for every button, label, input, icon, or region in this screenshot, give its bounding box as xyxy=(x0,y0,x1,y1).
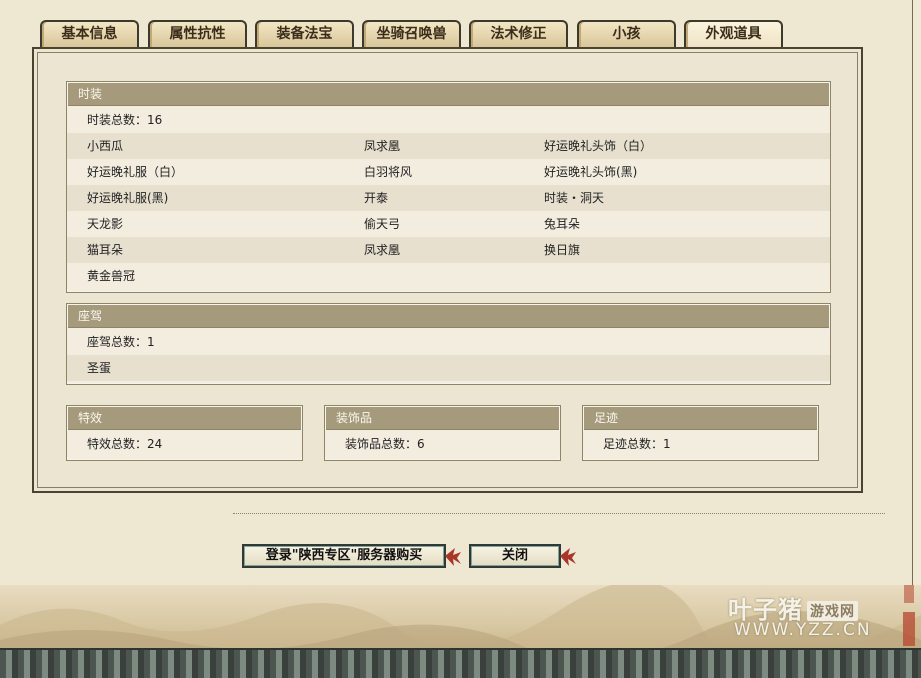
tab-mounts-pets[interactable]: 坐骑召唤兽 xyxy=(362,20,461,47)
mount-section-title: 座驾 xyxy=(68,305,829,328)
fashion-count-label: 时装总数：16 xyxy=(87,113,163,127)
mount-count-label: 座驾总数：1 xyxy=(87,335,155,349)
effects-count: 特效总数：24 xyxy=(67,431,302,457)
list-item: 黄金兽冠 xyxy=(67,263,830,289)
ornaments-section: 装饰品 装饰品总数：6 xyxy=(324,405,561,461)
fashion-item: 凤求凰 xyxy=(364,139,401,153)
fashion-item: 时装・洞天 xyxy=(544,191,605,205)
mount-count: 座驾总数：1 xyxy=(67,329,830,355)
seal-icon xyxy=(904,585,914,603)
effects-count-label: 特效总数：24 xyxy=(87,437,163,451)
ornaments-count-label: 装饰品总数：6 xyxy=(345,437,425,451)
fashion-item: 猫耳朵 xyxy=(87,243,124,257)
content-panel: 时装 时装总数：16 小西瓜 凤求凰 好运晚礼头饰（白） 好运晚礼服（白） 白羽… xyxy=(32,47,863,493)
seal-icon xyxy=(903,612,915,646)
ornaments-count: 装饰品总数：6 xyxy=(325,431,560,457)
fashion-item: 换日旗 xyxy=(544,243,581,257)
effects-section-title: 特效 xyxy=(68,407,301,430)
fashion-section: 时装 时装总数：16 小西瓜 凤求凰 好运晚礼头饰（白） 好运晚礼服（白） 白羽… xyxy=(66,81,831,293)
tab-attributes[interactable]: 属性抗性 xyxy=(148,20,247,47)
fashion-item: 小西瓜 xyxy=(87,139,124,153)
fashion-item: 好运晚礼头饰（白） xyxy=(544,139,653,153)
list-item: 圣蛋 xyxy=(67,355,830,381)
list-item: 小西瓜 凤求凰 好运晚礼头饰（白） xyxy=(67,133,830,159)
fashion-item: 凤求凰 xyxy=(364,243,401,257)
tab-equipment[interactable]: 装备法宝 xyxy=(255,20,354,47)
list-item: 天龙影 偷天弓 兔耳朵 xyxy=(67,211,830,237)
footprints-count: 足迹总数：1 xyxy=(583,431,818,457)
watermark-tag: 游戏网 xyxy=(807,601,858,621)
fashion-item: 天龙影 xyxy=(87,217,124,231)
ribbon-icon xyxy=(560,548,576,566)
footprints-count-label: 足迹总数：1 xyxy=(603,437,671,451)
fashion-item: 偷天弓 xyxy=(364,217,401,231)
list-item: 好运晚礼服（白） 白羽将风 好运晚礼头饰(黑) xyxy=(67,159,830,185)
fashion-count: 时装总数：16 xyxy=(67,107,830,133)
fashion-item: 好运晚礼服(黑) xyxy=(87,191,169,205)
fashion-item: 兔耳朵 xyxy=(544,217,581,231)
list-item: 猫耳朵 凤求凰 换日旗 xyxy=(67,237,830,263)
divider xyxy=(233,513,885,514)
close-button[interactable]: 关闭 xyxy=(469,544,561,568)
decorative-border xyxy=(0,648,921,678)
mount-section: 座驾 座驾总数：1 圣蛋 xyxy=(66,303,831,385)
list-item: 好运晚礼服(黑) 开泰 时装・洞天 xyxy=(67,185,830,211)
ribbon-icon xyxy=(445,548,461,566)
fashion-item: 好运晚礼头饰(黑) xyxy=(544,165,638,179)
fashion-section-title: 时装 xyxy=(68,83,829,106)
buy-on-server-button[interactable]: 登录"陕西专区"服务器购买 xyxy=(242,544,446,568)
fashion-item: 好运晚礼服（白） xyxy=(87,165,184,179)
footprints-section: 足迹 足迹总数：1 xyxy=(582,405,819,461)
fashion-item: 开泰 xyxy=(364,191,389,205)
tab-children[interactable]: 小孩 xyxy=(577,20,676,47)
fashion-item: 白羽将风 xyxy=(364,165,413,179)
tab-basic-info[interactable]: 基本信息 xyxy=(40,20,139,47)
footprints-section-title: 足迹 xyxy=(584,407,817,430)
tab-appearance-items[interactable]: 外观道具 xyxy=(684,20,783,48)
tab-spell-modifiers[interactable]: 法术修正 xyxy=(469,20,568,47)
fashion-item: 黄金兽冠 xyxy=(87,269,136,283)
effects-section: 特效 特效总数：24 xyxy=(66,405,303,461)
watermark-site: WWW.YZZ.CN xyxy=(734,620,872,640)
ornaments-section-title: 装饰品 xyxy=(326,407,559,430)
character-detail-window: 基本信息 属性抗性 装备法宝 坐骑召唤兽 法术修正 小孩 外观道具 时装 时装总… xyxy=(0,0,913,586)
mount-item: 圣蛋 xyxy=(87,361,112,375)
